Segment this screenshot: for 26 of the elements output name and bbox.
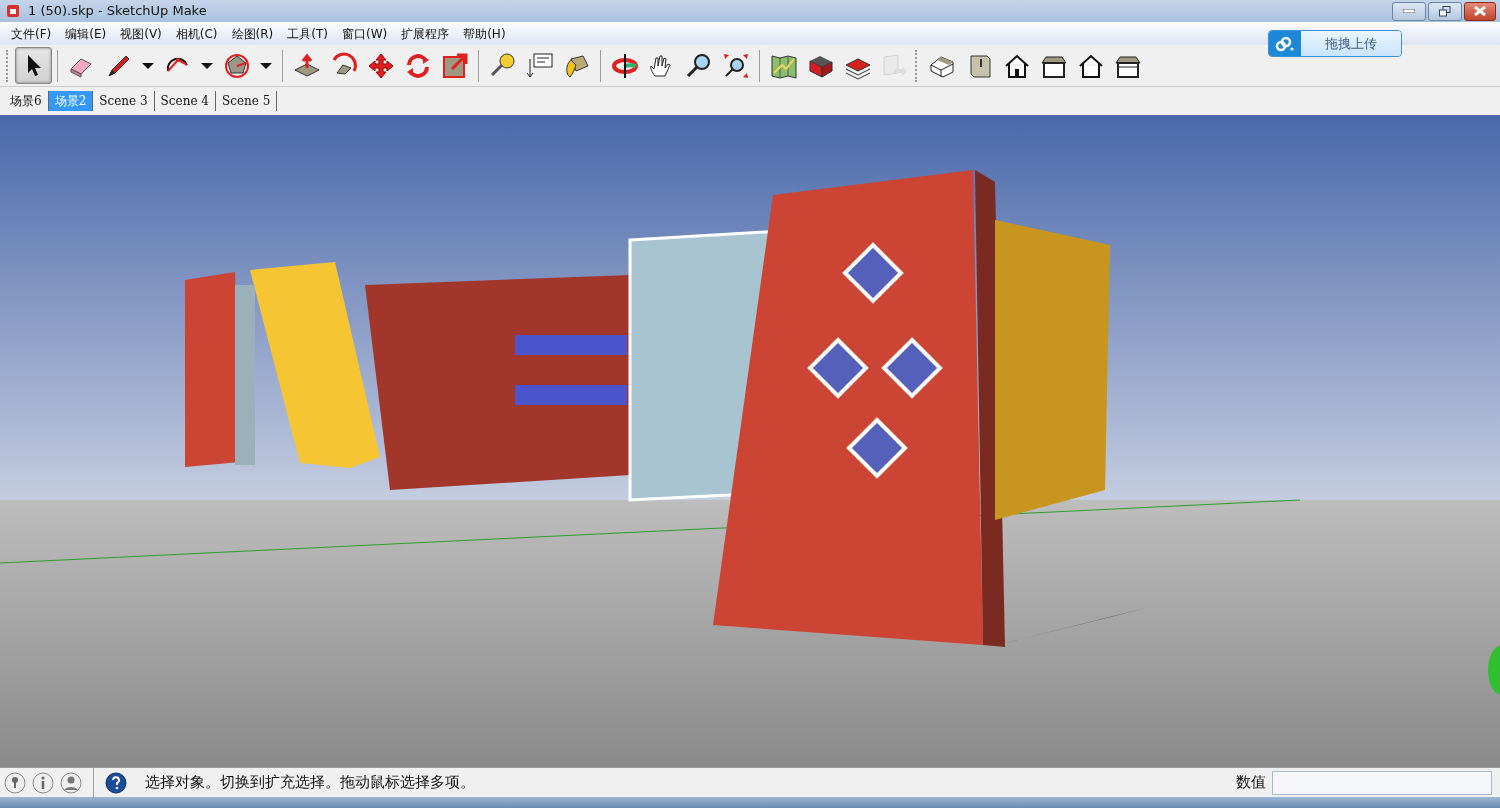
- menu-item[interactable]: 窗口(W): [334, 24, 395, 43]
- menu-item[interactable]: 帮助(H): [456, 24, 513, 43]
- measurements-label: 数值: [1236, 772, 1266, 794]
- location-icon[interactable]: [4, 771, 26, 794]
- restore-button[interactable]: [1428, 1, 1462, 21]
- menu-item[interactable]: 文件(F): [4, 24, 59, 43]
- menu-item[interactable]: 编辑(E): [58, 24, 114, 43]
- close-button[interactable]: [1464, 1, 1496, 21]
- status-message: 选择对象。切换到扩充选择。拖动鼠标选择多项。: [145, 772, 475, 794]
- menu-item[interactable]: 扩展程序: [394, 24, 457, 43]
- minimize-icon: [1403, 9, 1415, 13]
- cloud-icon: [1275, 35, 1295, 52]
- upload-button[interactable]: 拖拽上传: [1268, 30, 1402, 57]
- menu-item[interactable]: 工具(T): [280, 24, 335, 43]
- help-icon[interactable]: [105, 771, 127, 794]
- menu-item[interactable]: 绘图(R): [224, 24, 281, 43]
- close-icon: [1474, 6, 1486, 16]
- restore-icon: [1439, 5, 1451, 17]
- user-icon[interactable]: [60, 771, 82, 794]
- minimize-button[interactable]: [1392, 1, 1426, 21]
- menu-item[interactable]: 相机(C): [168, 24, 225, 43]
- app-logo-icon: [6, 4, 20, 18]
- window-title: 1 (50).skp - SketchUp Make: [28, 2, 207, 21]
- measurements-field[interactable]: [1272, 770, 1492, 795]
- menu-item[interactable]: 视图(V): [113, 24, 169, 43]
- info-icon[interactable]: [32, 771, 54, 794]
